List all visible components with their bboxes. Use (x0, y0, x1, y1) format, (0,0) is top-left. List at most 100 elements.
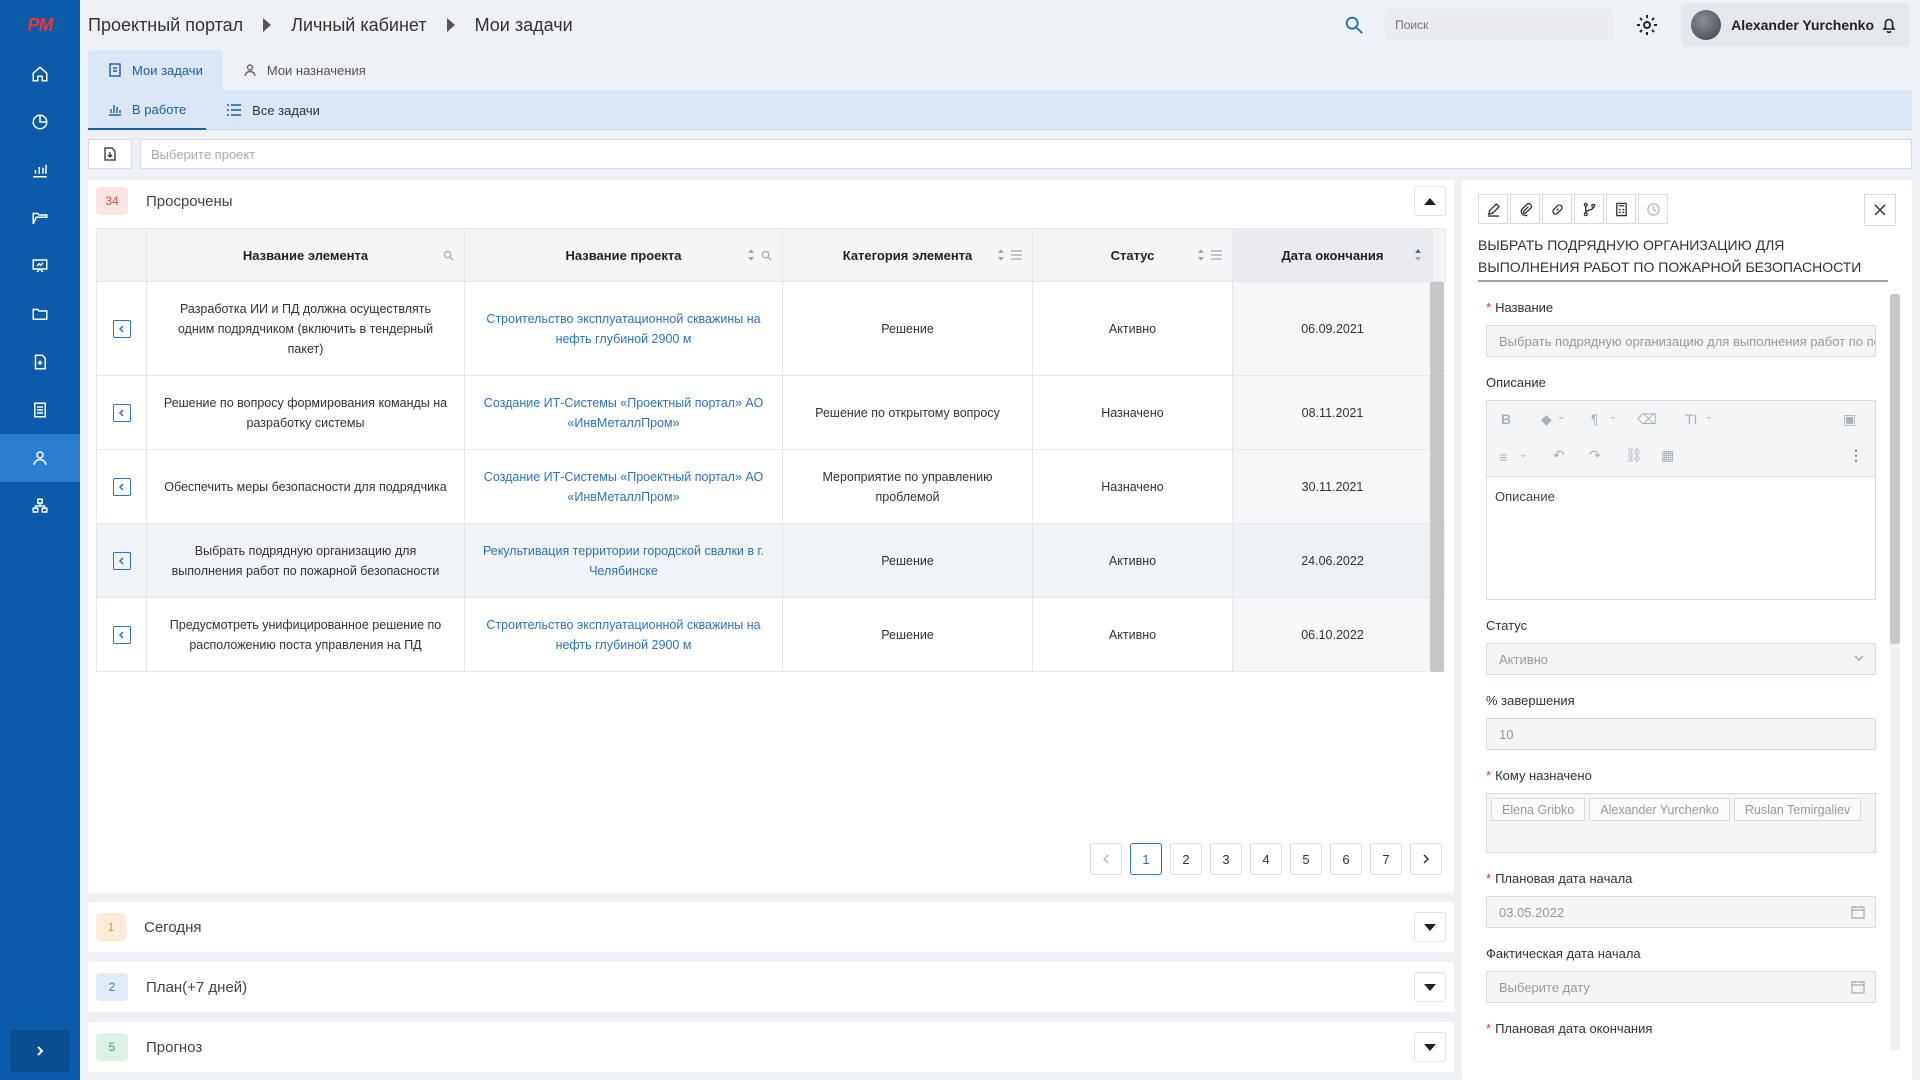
table-row[interactable]: Обеспечить меры безопасности для подрядч… (97, 450, 1446, 524)
filter-lines-icon[interactable] (1211, 250, 1222, 260)
search-icon[interactable] (443, 250, 454, 261)
prev-page-button[interactable] (1090, 843, 1122, 875)
calendar-icon[interactable] (1851, 905, 1865, 919)
chevron-down-icon[interactable]: ⌄ (1519, 449, 1527, 460)
breadcrumb-portal[interactable]: Проектный портал (88, 15, 243, 36)
page-button[interactable]: 2 (1170, 843, 1202, 875)
folder-open-icon[interactable] (0, 194, 80, 242)
home-icon[interactable] (0, 50, 80, 98)
close-panel-button[interactable] (1864, 194, 1896, 226)
status-select[interactable]: Активно (1486, 643, 1876, 675)
description-editor[interactable]: B ◆ ⌄ ¶ ⌄ ⌫ TI ⌄ ▣ ≡ ⌄ ↶ ↷ ⛓ ▦ ⋮ Описани… (1486, 400, 1876, 600)
open-item-icon[interactable] (112, 477, 131, 496)
name-field[interactable]: Выбрать подрядную организацию для выполн… (1486, 325, 1876, 357)
next-page-button[interactable] (1410, 843, 1442, 875)
color-drop-icon[interactable]: ◆ (1541, 411, 1552, 428)
eraser-icon[interactable]: ⌫ (1637, 411, 1657, 428)
bold-icon[interactable]: B (1501, 411, 1511, 427)
open-item-icon[interactable] (112, 551, 131, 570)
forecast-section[interactable]: 5 Прогноз (88, 1022, 1454, 1072)
page-button[interactable]: 1 (1130, 843, 1162, 875)
page-button[interactable]: 5 (1290, 843, 1322, 875)
column-header-category[interactable]: Категория элемента (783, 229, 1033, 281)
open-item-icon[interactable] (112, 319, 131, 338)
file-add-icon[interactable] (0, 338, 80, 386)
collapse-button[interactable] (1414, 186, 1446, 216)
chevron-down-icon[interactable]: ⌄ (1557, 411, 1565, 422)
search-input[interactable] (1385, 9, 1614, 41)
panel-scrollbar[interactable] (1890, 294, 1900, 1050)
link-icon[interactable]: ⛓ (1625, 447, 1643, 464)
filter-lines-icon[interactable] (1011, 250, 1022, 260)
search-icon[interactable] (1343, 14, 1365, 36)
cell-project-link[interactable]: Создание ИТ-Системы «Проектный портал» А… (465, 450, 783, 523)
sort-icon[interactable] (1197, 248, 1205, 262)
page-button[interactable]: 4 (1250, 843, 1282, 875)
plan-start-field[interactable]: 03.05.2022 (1486, 896, 1876, 928)
table-icon[interactable]: ▦ (1661, 447, 1674, 464)
table-row[interactable]: Разработка ИИ и ПД должна осуществлять о… (97, 282, 1446, 376)
open-item-icon[interactable] (112, 403, 131, 422)
calculator-button[interactable] (1606, 194, 1636, 224)
sort-asc-icon[interactable] (1414, 248, 1422, 262)
tab-in-work[interactable]: В работе (88, 90, 207, 130)
paragraph-icon[interactable]: ¶ (1591, 411, 1599, 427)
bell-icon[interactable] (1882, 17, 1896, 33)
page-button[interactable]: 6 (1330, 843, 1362, 875)
calendar-icon[interactable] (1851, 980, 1865, 994)
plan-section[interactable]: 2 План(+7 дней) (88, 962, 1454, 1012)
sort-icon[interactable] (747, 248, 755, 262)
column-header-project[interactable]: Название проекта (465, 229, 783, 281)
gear-icon[interactable] (1635, 13, 1659, 37)
expand-button[interactable] (1414, 1032, 1446, 1062)
column-header-status[interactable]: Статус (1033, 229, 1233, 281)
pie-chart-icon[interactable] (0, 98, 80, 146)
history-button[interactable] (1638, 194, 1668, 224)
table-row-selected[interactable]: Выбрать подрядную организацию для выполн… (97, 524, 1446, 598)
cell-project-link[interactable]: Строительство эксплуатационной скважины … (465, 598, 783, 671)
description-text[interactable]: Описание (1487, 477, 1875, 516)
chevron-down-icon[interactable]: ⌄ (1609, 411, 1617, 422)
align-icon[interactable]: ≡ (1499, 449, 1507, 465)
user-icon[interactable] (0, 434, 80, 482)
open-item-icon[interactable] (112, 625, 131, 644)
tab-all-tasks[interactable]: Все задачи (206, 90, 340, 130)
chevron-down-icon[interactable]: ⌄ (1705, 411, 1713, 422)
app-logo[interactable]: PM (0, 0, 80, 50)
org-chart-icon[interactable] (0, 482, 80, 530)
column-header-end-date[interactable]: Дата окончания (1233, 229, 1433, 281)
expand-button[interactable] (1414, 972, 1446, 1002)
presentation-icon[interactable] (0, 242, 80, 290)
list-icon[interactable] (0, 386, 80, 434)
fact-start-field[interactable]: Выберите дату (1486, 971, 1876, 1003)
expand-sidebar-button[interactable] (10, 1030, 70, 1072)
image-icon[interactable]: ▣ (1843, 411, 1856, 428)
assignee-tag[interactable]: Ruslan Temirgaliev (1733, 798, 1862, 821)
percent-field[interactable]: 10 (1486, 718, 1876, 750)
table-scrollbar[interactable] (1430, 282, 1444, 672)
redo-icon[interactable]: ↷ (1589, 447, 1601, 464)
project-select[interactable]: Выберите проект (140, 139, 1912, 169)
today-section[interactable]: 1 Сегодня (88, 902, 1454, 952)
assignees-field[interactable]: Elena Gribko Alexander Yurchenko Ruslan … (1486, 793, 1876, 853)
edit-button[interactable] (1478, 194, 1508, 224)
undo-icon[interactable]: ↶ (1553, 447, 1565, 464)
sort-icon[interactable] (997, 248, 1005, 262)
assignee-tag[interactable]: Elena Gribko (1491, 798, 1586, 821)
breadcrumb-cabinet[interactable]: Личный кабинет (291, 15, 426, 36)
folder-icon[interactable] (0, 290, 80, 338)
branch-button[interactable] (1574, 194, 1604, 224)
expand-button[interactable] (1414, 912, 1446, 942)
bar-chart-icon[interactable] (0, 146, 80, 194)
table-row[interactable]: Предусмотреть унифицированное решение по… (97, 598, 1446, 672)
tab-my-assignments[interactable]: Мои назначения (223, 50, 386, 90)
font-size-icon[interactable]: TI (1685, 411, 1697, 427)
attach-button[interactable] (1510, 194, 1540, 224)
tab-my-tasks[interactable]: Мои задачи (88, 50, 223, 90)
cell-project-link[interactable]: Создание ИТ-Системы «Проектный портал» А… (465, 376, 783, 449)
page-button[interactable]: 7 (1370, 843, 1402, 875)
search-icon[interactable] (761, 250, 772, 261)
page-button[interactable]: 3 (1210, 843, 1242, 875)
column-header-name[interactable]: Название элемента (147, 229, 465, 281)
assignee-tag[interactable]: Alexander Yurchenko (1589, 798, 1730, 821)
